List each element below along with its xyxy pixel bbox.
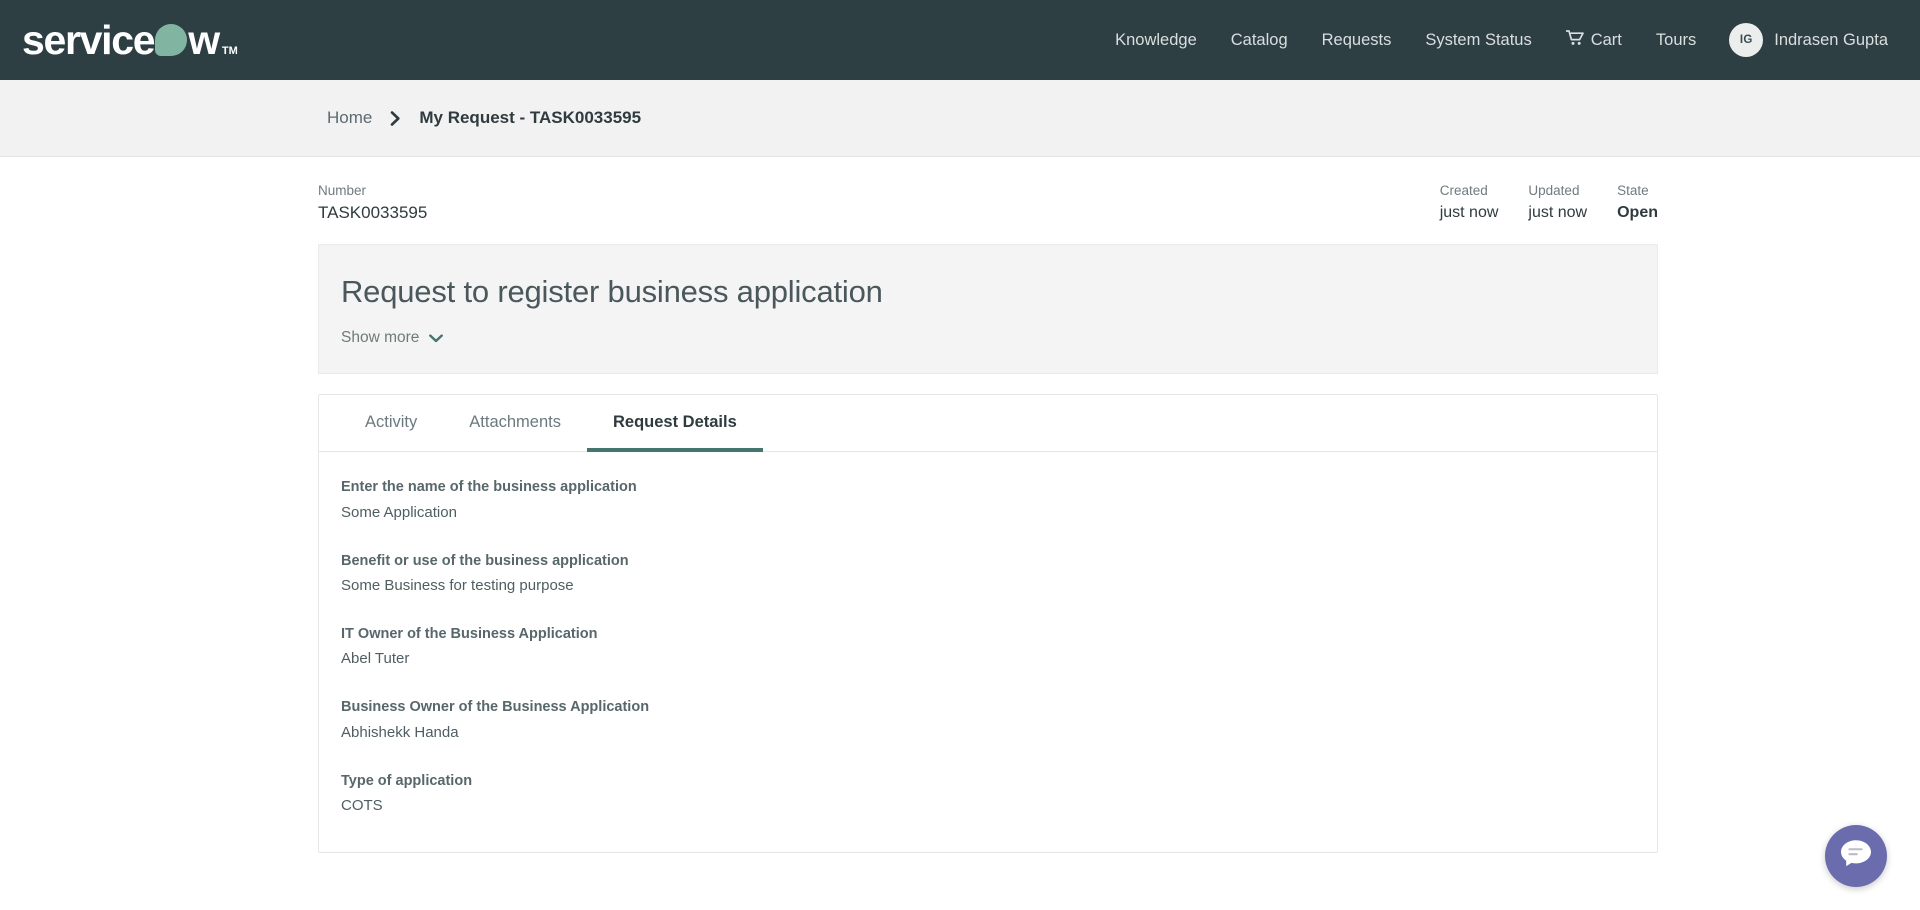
user-menu[interactable]: IG Indrasen Gupta	[1713, 17, 1894, 63]
field-value: Some Business for testing purpose	[341, 577, 574, 595]
state-block: State Open	[1587, 181, 1658, 224]
field-value: Abel Tuter	[341, 650, 410, 668]
tab-bar: Activity Attachments Request Details	[319, 395, 1657, 453]
breadcrumb-chevron-right-icon	[390, 110, 401, 126]
tab-activity[interactable]: Activity	[339, 395, 443, 452]
field-label: Benefit or use of the business applicati…	[341, 552, 629, 569]
page-title: Request to register business application	[341, 273, 883, 309]
nav-item-requests[interactable]: Requests	[1305, 21, 1409, 60]
show-more-toggle[interactable]: Show more	[341, 329, 444, 347]
logo-o-glyph-icon	[155, 23, 188, 56]
logo-text-part2: w	[188, 16, 220, 63]
created-label: Created	[1439, 183, 1488, 198]
number-value: TASK0033595	[318, 203, 428, 223]
request-title-card: Request to register business application…	[318, 243, 1658, 375]
record-number-block: Number TASK0033595	[318, 181, 427, 226]
updated-block: Updated just now	[1498, 181, 1587, 224]
field-value: Some Application	[341, 503, 457, 521]
field-label: IT Owner of the Business Application	[341, 626, 598, 643]
nav-item-knowledge[interactable]: Knowledge	[1098, 21, 1214, 60]
chat-launcher-button[interactable]	[1825, 825, 1887, 887]
request-detail-card: Activity Attachments Request Details Ent…	[318, 394, 1658, 854]
tab-attachments[interactable]: Attachments	[443, 395, 587, 452]
nav-item-system-status[interactable]: System Status	[1408, 21, 1548, 60]
avatar: IG	[1729, 23, 1764, 57]
detail-field: Business Owner of the Business Applicati…	[341, 696, 1635, 744]
field-label: Enter the name of the business applicati…	[341, 479, 637, 496]
detail-field: Enter the name of the business applicati…	[341, 476, 1635, 524]
field-value: Abhishekk Handa	[341, 723, 459, 741]
page-content: Number TASK0033595 Created just now Upda…	[0, 157, 1920, 909]
detail-field: Benefit or use of the business applicati…	[341, 550, 1635, 598]
servicenow-logo[interactable]: service w TM	[22, 16, 238, 63]
nav-item-cart[interactable]: Cart	[1549, 20, 1639, 61]
nav-item-catalog[interactable]: Catalog	[1214, 21, 1305, 60]
top-nav-links: Knowledge Catalog Requests System Status…	[1098, 17, 1894, 63]
show-more-label: Show more	[341, 329, 420, 347]
breadcrumb: Home My Request - TASK0033595	[0, 80, 1920, 157]
nav-item-tours[interactable]: Tours	[1639, 21, 1713, 60]
tab-request-details[interactable]: Request Details	[586, 395, 763, 453]
shopping-cart-icon	[1564, 29, 1584, 51]
cart-label: Cart	[1590, 30, 1622, 49]
logo-trademark: TM	[221, 44, 238, 57]
breadcrumb-item-home[interactable]: Home	[327, 108, 372, 128]
request-details-field-list: Enter the name of the business applicati…	[319, 452, 1657, 852]
chat-bubble-icon	[1839, 838, 1873, 874]
top-navigation-bar: service w TM Knowledge Catalog Requests S…	[0, 0, 1920, 80]
field-value: COTS	[341, 797, 383, 815]
state-label: State	[1617, 183, 1649, 198]
user-name-label: Indrasen Gupta	[1774, 30, 1888, 49]
logo-text-part1: service	[22, 16, 156, 63]
status-badge: Open	[1617, 204, 1658, 222]
updated-value: just now	[1528, 204, 1588, 222]
detail-field: Type of application COTS	[341, 770, 1635, 818]
record-meta-row: Number TASK0033595 Created just now Upda…	[318, 157, 1658, 226]
record-status-group: Created just now Updated just now State …	[1410, 181, 1658, 224]
field-label: Type of application	[341, 772, 473, 789]
created-value: just now	[1439, 204, 1499, 222]
detail-field: IT Owner of the Business Application Abe…	[341, 623, 1635, 671]
number-label: Number	[318, 183, 367, 198]
chevron-down-icon	[429, 333, 444, 343]
field-label: Business Owner of the Business Applicati…	[341, 699, 650, 716]
created-block: Created just now	[1410, 181, 1499, 224]
updated-label: Updated	[1528, 183, 1580, 198]
logo-wordmark: service w	[22, 16, 220, 63]
breadcrumb-item-current: My Request - TASK0033595	[419, 108, 642, 127]
